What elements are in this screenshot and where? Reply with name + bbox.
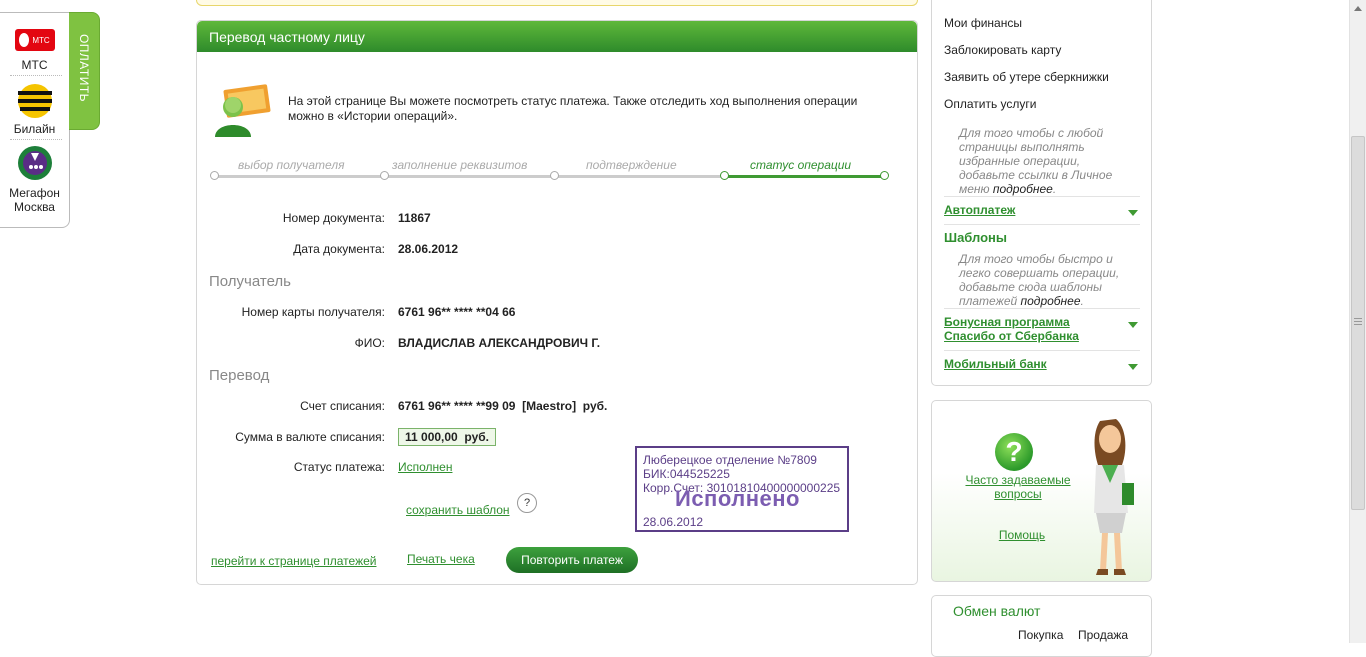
operator-label: Билайн bbox=[13, 122, 56, 136]
pay-tab[interactable]: ОПЛАТИТЬ bbox=[69, 12, 100, 130]
operator-mts[interactable]: МТС МТС bbox=[0, 27, 69, 72]
svg-text:МТС: МТС bbox=[32, 36, 50, 45]
chevron-down-icon[interactable] bbox=[1128, 210, 1138, 216]
step-dot bbox=[550, 171, 559, 180]
transfer-panel: Перевод частному лицу На этой странице В… bbox=[196, 20, 918, 585]
scroll-up-icon[interactable] bbox=[1354, 6, 1362, 11]
doc-number: 11867 bbox=[398, 211, 431, 225]
step-dot bbox=[720, 171, 729, 180]
divider bbox=[944, 224, 1140, 225]
scrollbar-thumb[interactable] bbox=[1351, 136, 1365, 510]
doc-number-label: Номер документа: bbox=[282, 211, 385, 225]
account-label: Счет списания: bbox=[300, 399, 385, 413]
divider bbox=[10, 75, 62, 76]
side-menu: Мои финансы Заблокировать карту Заявить … bbox=[931, 0, 1152, 386]
templates-title: Шаблоны bbox=[944, 230, 1007, 245]
save-template-link[interactable]: сохранить шаблон bbox=[406, 503, 510, 517]
help-link[interactable]: Помощь bbox=[972, 528, 1072, 542]
divider bbox=[10, 139, 62, 140]
pay-tab-label: ОПЛАТИТЬ bbox=[77, 33, 91, 103]
operator-megafon[interactable]: Мегафон Москва bbox=[0, 145, 69, 214]
intro-text: На этой странице Вы можете посмотреть ст… bbox=[288, 94, 858, 123]
chevron-down-icon[interactable] bbox=[1128, 364, 1138, 370]
favorites-note: Для того чтобы с любой страницы выполнят… bbox=[959, 126, 1113, 196]
notice-bar-edge bbox=[196, 0, 918, 6]
menu-pay-services[interactable]: Оплатить услуги bbox=[944, 97, 1036, 111]
card-label: Номер карты получателя: bbox=[241, 305, 385, 319]
templates-more-link[interactable]: подробнее bbox=[1021, 294, 1081, 308]
doc-date-label: Дата документа: bbox=[293, 242, 385, 256]
operator-label: МТС bbox=[21, 58, 48, 72]
recipient-fio: ВЛАДИСЛАВ АЛЕКСАНДРОВИЧ Г. bbox=[398, 336, 601, 350]
mts-logo-icon: МТС bbox=[14, 29, 55, 51]
step-fill-details: заполнение реквизитов bbox=[392, 158, 528, 172]
operator-beeline[interactable]: Билайн bbox=[0, 83, 69, 136]
help-question-icon[interactable]: ? bbox=[517, 493, 537, 513]
print-check-link[interactable]: Печать чека bbox=[407, 552, 475, 566]
grip-icon bbox=[1354, 318, 1362, 319]
divider bbox=[944, 350, 1140, 351]
status-label: Статус платежа: bbox=[293, 460, 385, 474]
recipient-card: 6761 96** **** **04 66 bbox=[398, 305, 516, 319]
stamp-bik: БИК:044525225 bbox=[643, 467, 730, 481]
assistant-character-image bbox=[1094, 419, 1134, 575]
beeline-logo-icon bbox=[17, 84, 52, 118]
step-dot bbox=[880, 171, 889, 180]
currency-sell-header: Продажа bbox=[1078, 628, 1129, 642]
favorites-more-link[interactable]: подробнее bbox=[993, 182, 1053, 196]
menu-report-lost-passbook[interactable]: Заявить об утере сберкнижки bbox=[944, 70, 1109, 84]
help-box: ? Часто задаваемые вопросы Помощь bbox=[931, 400, 1152, 582]
bonus-program-link[interactable]: Бонусная программа Спасибо от Сбербанка bbox=[944, 315, 1124, 343]
doc-date: 28.06.2012 bbox=[398, 242, 459, 256]
bank-stamp: Люберецкое отделение №7809 БИК:044525225… bbox=[635, 446, 849, 532]
operator-panel: МТС МТС Билайн Мегафон Москва bbox=[0, 12, 70, 228]
page-title: Перевод частному лицу bbox=[197, 21, 917, 52]
go-to-payments-link[interactable]: перейти к странице платежей bbox=[211, 554, 376, 568]
transfer-section-title: Перевод bbox=[209, 367, 270, 384]
step-confirm: подтверждение bbox=[586, 158, 677, 172]
fio-label: ФИО: bbox=[354, 336, 385, 350]
menu-block-card[interactable]: Заблокировать карту bbox=[944, 43, 1061, 57]
menu-my-finances[interactable]: Мои финансы bbox=[944, 16, 1022, 30]
repeat-payment-button[interactable]: Повторить платеж bbox=[506, 547, 638, 573]
debit-account: 6761 96** **** **99 09 [Maestro] руб. bbox=[398, 399, 608, 413]
page-scrollbar[interactable] bbox=[1349, 0, 1366, 643]
templates-note: Для того чтобы быстро и легко совершать … bbox=[959, 252, 1120, 308]
mobile-bank-link[interactable]: Мобильный банк bbox=[944, 357, 1124, 371]
step-dot bbox=[210, 171, 219, 180]
currency-buy-header: Покупка bbox=[1018, 628, 1064, 642]
transfer-money-icon bbox=[215, 84, 271, 137]
step-status: статус операции bbox=[750, 158, 852, 172]
amount-label: Сумма в валюте списания: bbox=[235, 430, 385, 444]
step-dot bbox=[380, 171, 389, 180]
stamp-status: Исполнено bbox=[675, 486, 800, 511]
currency-title: Обмен валют bbox=[953, 603, 1041, 619]
faq-link[interactable]: Часто задаваемые вопросы bbox=[948, 473, 1088, 501]
divider bbox=[944, 196, 1140, 197]
operator-label: Мегафон Москва bbox=[9, 186, 60, 214]
amount-value: 11 000,00 руб. bbox=[398, 428, 496, 446]
progress-track-active bbox=[725, 175, 885, 178]
step-choose-recipient: выбор получателя bbox=[238, 158, 345, 172]
grip-icon bbox=[1354, 324, 1362, 325]
megafon-logo-icon bbox=[17, 146, 52, 180]
stamp-branch: Люберецкое отделение №7809 bbox=[643, 453, 817, 467]
divider bbox=[944, 308, 1140, 309]
grip-icon bbox=[1354, 321, 1362, 322]
stamp-date: 28.06.2012 bbox=[643, 515, 704, 529]
chevron-down-icon[interactable] bbox=[1128, 322, 1138, 328]
currency-exchange-box: Обмен валют Покупка Продажа bbox=[931, 595, 1152, 657]
status-link[interactable]: Исполнен bbox=[398, 460, 452, 474]
question-icon[interactable]: ? bbox=[995, 433, 1033, 471]
progress-track bbox=[215, 175, 725, 178]
autopay-link[interactable]: Автоплатеж bbox=[944, 203, 1124, 217]
recipient-section-title: Получатель bbox=[209, 273, 291, 290]
